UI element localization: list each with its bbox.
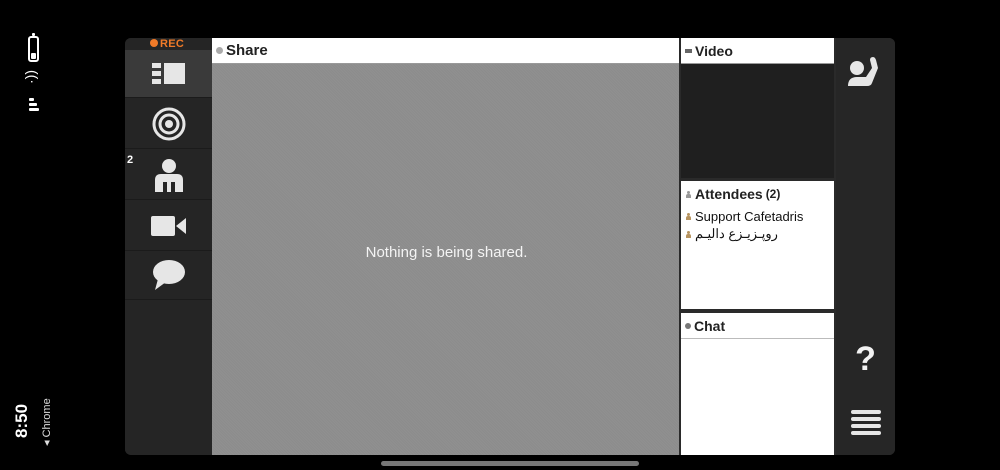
video-pod-title: Video — [695, 42, 733, 59]
menu-button[interactable] — [836, 400, 895, 446]
meeting-app: REC 2 Share Nothing is being shared. Vid… — [125, 38, 895, 455]
share-pod: Share Nothing is being shared. — [212, 38, 679, 455]
attendees-button[interactable]: 2 — [125, 150, 212, 200]
attendee-name: Support Cafetadris — [695, 208, 804, 224]
video-pod-header[interactable]: Video — [681, 38, 834, 64]
broadcast-icon — [152, 107, 185, 140]
chat-pod-header[interactable]: Chat — [681, 313, 834, 339]
chat-pod: Chat — [681, 313, 834, 455]
chat-pod-title: Chat — [694, 317, 726, 334]
home-indicator[interactable] — [381, 461, 639, 466]
video-pod: Video — [681, 38, 834, 178]
camera-button[interactable] — [125, 201, 212, 251]
battery-icon — [28, 33, 39, 62]
broadcast-button[interactable] — [125, 99, 212, 149]
person-icon — [154, 158, 183, 192]
attendee-item[interactable]: روپـزيـزع داليـم — [681, 225, 834, 243]
attendees-small-icon — [685, 190, 692, 198]
signal-strength-icon — [29, 98, 41, 116]
raise-hand-button[interactable] — [836, 48, 895, 94]
recording-indicator: REC — [150, 38, 184, 50]
device-status-bar: ((· 8:50 ◂ Chrome — [0, 0, 70, 470]
participant-person-icon — [685, 230, 692, 238]
attendees-count: (2) — [765, 187, 781, 201]
attendee-name: روپـزيـزع داليـم — [695, 226, 778, 241]
record-dot-icon — [150, 39, 158, 47]
help-icon: ? — [855, 340, 876, 378]
help-button[interactable]: ? — [836, 336, 895, 382]
layout-button[interactable] — [125, 50, 212, 98]
raise-hand-icon — [847, 57, 878, 86]
video-camera-icon — [150, 215, 186, 236]
chat-button[interactable] — [125, 250, 212, 300]
video-feed-area — [681, 64, 834, 178]
attendees-pod-title: Attendees — [695, 186, 763, 202]
attendees-pod-header[interactable]: Attendees (2) — [681, 181, 834, 207]
right-pods-column: Video Attendees (2) Support Cafetadris ر… — [681, 38, 834, 455]
share-pod-header[interactable]: Share — [212, 38, 679, 64]
tool-sidebar: REC 2 — [125, 38, 212, 455]
action-sidebar: ? — [836, 38, 895, 455]
share-content-area: Nothing is being shared. — [212, 64, 679, 455]
wifi-icon: ((· — [25, 70, 41, 84]
back-to-browser-link[interactable]: ◂ Chrome — [40, 398, 53, 446]
host-person-icon — [685, 212, 692, 220]
chat-small-icon — [685, 322, 691, 329]
pod-options-icon[interactable] — [685, 48, 692, 53]
status-time: 8:50 — [12, 403, 31, 438]
hamburger-menu-icon — [850, 410, 881, 435]
pod-options-icon[interactable] — [216, 47, 223, 54]
layout-icon — [151, 62, 185, 84]
share-empty-message: Nothing is being shared. — [365, 244, 528, 261]
share-pod-title: Share — [226, 42, 268, 59]
chat-bubble-icon — [152, 259, 185, 290]
recording-label: REC — [160, 38, 185, 50]
attendee-item[interactable]: Support Cafetadris — [681, 207, 834, 225]
attendee-count-badge: 2 — [127, 154, 134, 166]
attendees-pod: Attendees (2) Support Cafetadris روپـزيـ… — [681, 181, 834, 309]
